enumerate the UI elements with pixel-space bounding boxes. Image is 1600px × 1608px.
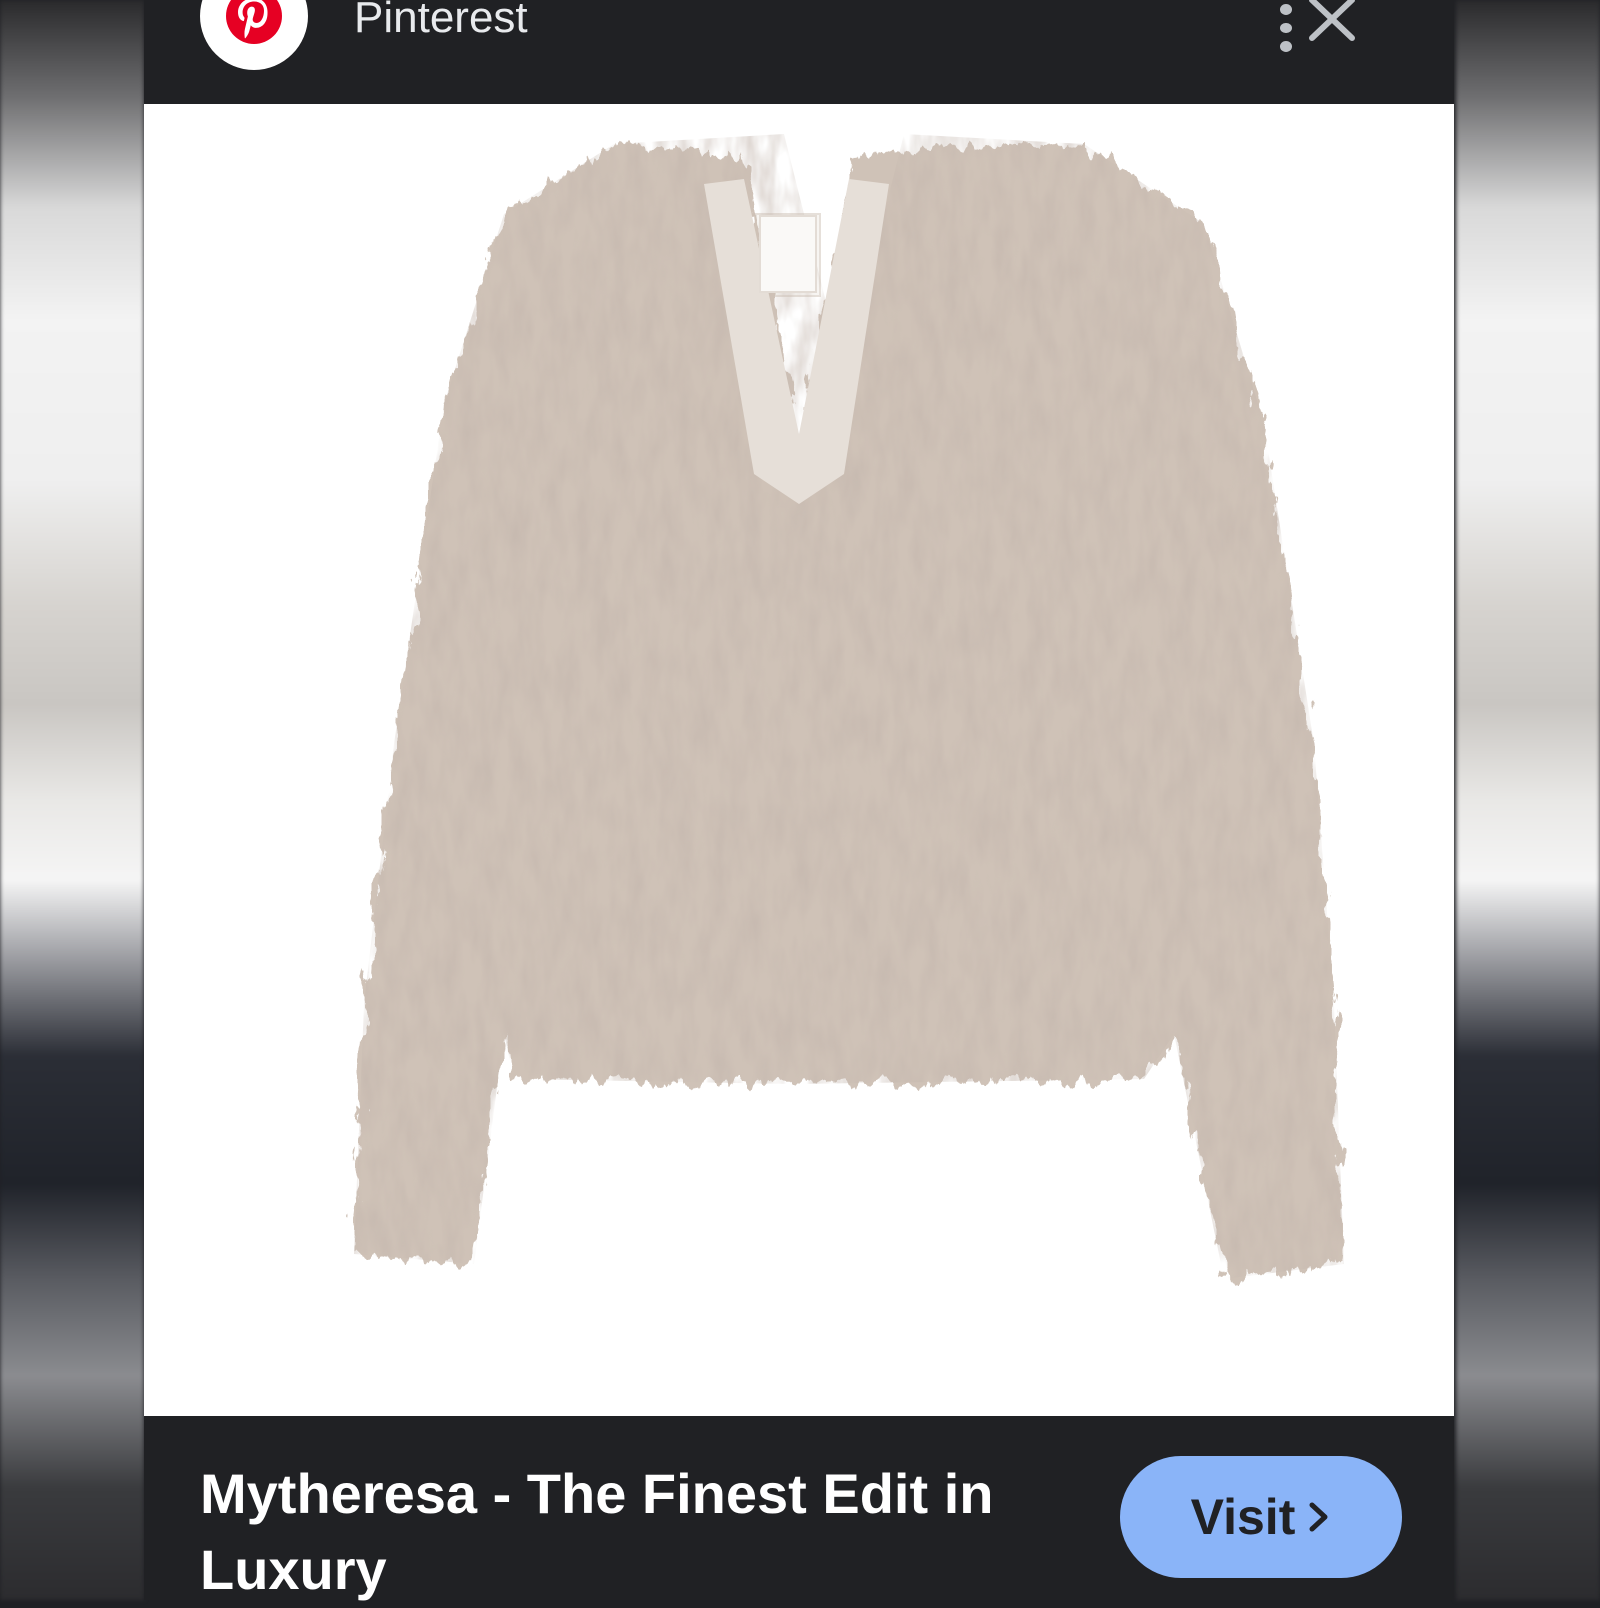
close-icon[interactable] bbox=[1304, 0, 1360, 46]
pinterest-logo-icon[interactable] bbox=[200, 0, 308, 70]
blurred-background-left bbox=[0, 0, 144, 1600]
image-preview-card: Pinterest Mytheresa - The Finest Edit in… bbox=[144, 0, 1454, 1601]
preview-header: Pinterest bbox=[144, 0, 1454, 104]
fluffy-jacket-product-image[interactable] bbox=[144, 104, 1454, 1416]
more-vert-icon[interactable] bbox=[1264, 0, 1308, 53]
source-name[interactable]: Pinterest bbox=[354, 0, 528, 48]
blurred-background-right bbox=[1456, 0, 1600, 1600]
page-title-caption[interactable]: Mytheresa - The Finest Edit in Luxury bbox=[200, 1456, 1070, 1608]
preview-footer: Mytheresa - The Finest Edit in Luxury Vi… bbox=[144, 1416, 1454, 1601]
chevron-right-icon bbox=[1309, 1502, 1328, 1532]
visit-button-label: Visit bbox=[1190, 1489, 1296, 1545]
visit-button[interactable]: Visit bbox=[1120, 1456, 1402, 1578]
